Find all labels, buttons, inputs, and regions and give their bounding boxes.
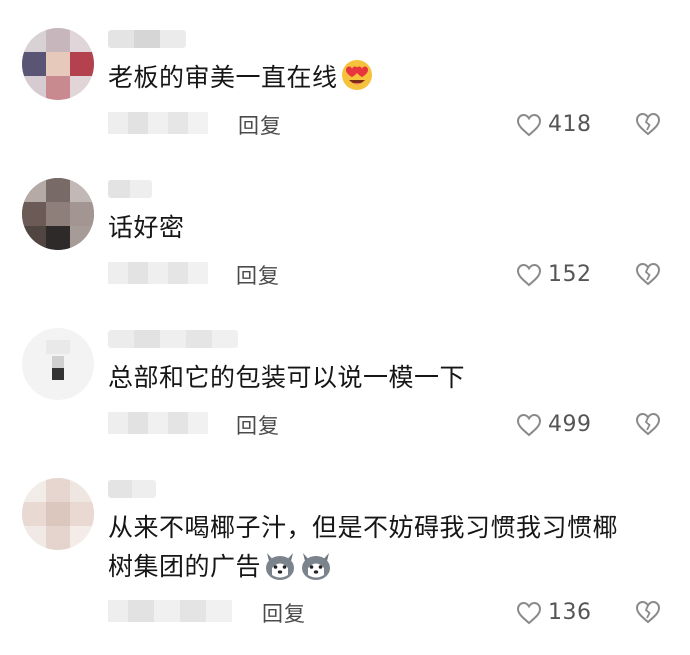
like-button[interactable]: 499: [516, 412, 592, 437]
like-button[interactable]: 418: [516, 112, 592, 137]
heart-outline-icon: [516, 263, 542, 286]
like-button[interactable]: 136: [516, 600, 592, 625]
comment-text: 从来不喝椰子汁，但是不妨碍我习惯我习惯椰 树集团的广告: [108, 508, 668, 592]
username-blurred[interactable]: [108, 30, 186, 48]
comment-list: 老板的审美一直在线 回复 418 话好密 回复 152 总部和它的包装可以说一模…: [0, 0, 690, 655]
comment-text: 话好密: [108, 208, 668, 247]
avatar[interactable]: [22, 328, 94, 400]
username-blurred[interactable]: [108, 180, 152, 198]
timestamp-blurred: [108, 412, 208, 434]
dislike-button[interactable]: [635, 600, 661, 628]
timestamp-blurred: [108, 600, 232, 622]
broken-heart-icon: [635, 412, 661, 436]
husky-dog-emoji: [299, 549, 333, 592]
avatar[interactable]: [22, 178, 94, 250]
comment-text-line: 从来不喝椰子汁，但是不妨碍我习惯我习惯椰: [108, 513, 619, 542]
comment-text: 老板的审美一直在线: [108, 58, 668, 103]
dislike-button[interactable]: [635, 262, 661, 290]
comment-text-line: 树集团的广告: [108, 552, 262, 581]
like-count: 136: [548, 600, 592, 625]
reply-button[interactable]: 回复: [236, 260, 280, 290]
username-blurred[interactable]: [108, 480, 156, 498]
timestamp-blurred: [108, 262, 208, 284]
heart-outline-icon: [516, 413, 542, 436]
avatar[interactable]: [22, 28, 94, 100]
reply-button[interactable]: 回复: [238, 110, 282, 140]
broken-heart-icon: [635, 262, 661, 286]
dislike-button[interactable]: [635, 412, 661, 440]
like-count: 499: [548, 412, 592, 437]
username-blurred[interactable]: [108, 330, 238, 348]
like-count: 418: [548, 112, 592, 137]
broken-heart-icon: [635, 600, 661, 624]
reply-button[interactable]: 回复: [236, 410, 280, 440]
heart-outline-icon: [516, 113, 542, 136]
comment-text: 总部和它的包装可以说一模一下: [108, 358, 668, 397]
heart-eyes-emoji: [340, 58, 374, 103]
avatar[interactable]: [22, 478, 94, 550]
comment-text-content: 话好密: [108, 213, 185, 242]
comment-text-content: 老板的审美一直在线: [108, 63, 338, 92]
like-count: 152: [548, 262, 592, 287]
husky-dog-emoji: [263, 549, 297, 592]
reply-button[interactable]: 回复: [262, 598, 306, 628]
comment-text-content: 总部和它的包装可以说一模一下: [108, 363, 466, 392]
timestamp-blurred: [108, 112, 208, 134]
dislike-button[interactable]: [635, 112, 661, 140]
heart-outline-icon: [516, 601, 542, 624]
comment-text-line-2: 树集团的广告: [108, 547, 668, 592]
like-button[interactable]: 152: [516, 262, 592, 287]
broken-heart-icon: [635, 112, 661, 136]
